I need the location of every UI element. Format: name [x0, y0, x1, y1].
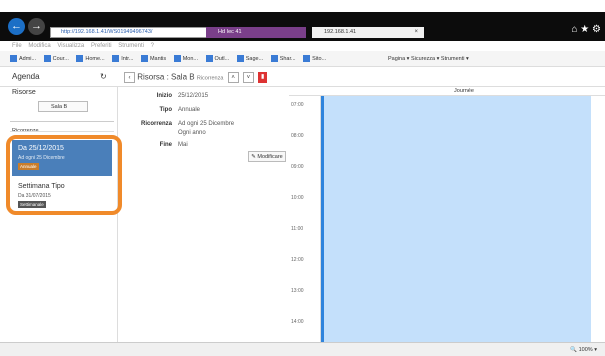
menu-strumenti[interactable]: Strumenti — [118, 43, 144, 49]
fav-item[interactable]: Mantis — [140, 51, 166, 66]
tab-2-label: 192.168.1.41 — [324, 29, 357, 35]
chevron-up-icon[interactable]: ˄ — [227, 72, 239, 83]
browser-tab-1[interactable]: Hd Iec 41 — [206, 27, 306, 38]
details-panel: Inizio 25/12/2015 Tipo Annuale Ricorrenz… — [120, 87, 288, 342]
value-ricorrenza-2: Ogni anno — [178, 130, 206, 136]
calendar-header: Journée — [289, 87, 605, 96]
modifica-button[interactable]: ✎ Modificare — [248, 151, 286, 162]
address-bar[interactable]: http://192.168.1.41/WS01949496743/ — [50, 27, 210, 38]
value-ricorrenza-1: Ad ogni 25 Dicembre — [178, 121, 235, 127]
status-bar: 🔍 100% ▾ — [0, 342, 605, 356]
divider — [10, 121, 114, 122]
risorse-label: Risorse — [12, 89, 36, 96]
fav-tools[interactable]: Pagina ▾ Sicurezza ▾ Strumenti ▾ — [388, 51, 469, 66]
highlight-box — [6, 135, 122, 215]
label-ricorrenza: Ricorrenza — [140, 121, 172, 127]
value-tipo: Annuale — [178, 107, 201, 113]
modifica-label: Modificare — [257, 154, 283, 160]
time-slot: 11:00 — [291, 226, 304, 232]
delete-icon[interactable]: ▮ — [258, 72, 268, 83]
menu-modifica[interactable]: Modifica — [28, 43, 50, 49]
sala-select[interactable]: Sala B — [38, 101, 88, 112]
browser-tab-2[interactable]: 192.168.1.41 × — [312, 27, 424, 38]
value-inizio: 25/12/2015 — [178, 93, 209, 99]
time-slot: 12:00 — [291, 257, 304, 263]
forward-icon[interactable]: → — [28, 18, 45, 35]
chevron-down-icon[interactable]: ˅ — [242, 72, 254, 83]
menu-bar: File Modifica Visualizza Preferiti Strum… — [0, 41, 605, 51]
day-area[interactable] — [321, 96, 591, 342]
menu-visualizza[interactable]: Visualizza — [57, 43, 84, 49]
resource-subtitle: Ricorrenza — [196, 75, 224, 82]
fav-item[interactable]: Shar... — [270, 51, 296, 66]
label-tipo: Tipo — [159, 107, 172, 113]
fav-item[interactable]: Cour... — [43, 51, 69, 66]
home-star-gear-icons[interactable]: ⌂ ★ ⚙ — [571, 24, 601, 35]
day-event-bar[interactable] — [321, 96, 324, 342]
refresh-icon[interactable]: ↻ — [100, 72, 107, 81]
agenda-title: Agenda — [12, 72, 40, 81]
time-slot: 07:00 — [291, 102, 304, 108]
zoom-icon[interactable]: 🔍 — [570, 347, 578, 353]
time-slot: 14:00 — [291, 319, 304, 325]
back-icon[interactable]: ← — [8, 18, 25, 35]
time-slot: 10:00 — [291, 195, 304, 201]
value-fine: Mai — [178, 142, 188, 148]
menu-preferiti[interactable]: Preferiti — [91, 43, 112, 49]
top-blank — [0, 0, 605, 12]
divider — [10, 131, 114, 132]
close-icon[interactable]: × — [414, 27, 418, 38]
fav-item[interactable]: Sage... — [236, 51, 263, 66]
zoom-level[interactable]: 100% — [579, 347, 593, 353]
fav-item[interactable]: Admi... — [10, 51, 36, 66]
time-slot: 09:00 — [291, 164, 304, 170]
fav-item[interactable]: Outl... — [205, 51, 229, 66]
menu-file[interactable]: File — [12, 43, 22, 49]
fav-item[interactable]: Mon... — [173, 51, 198, 66]
label-fine: Fine — [159, 142, 172, 148]
time-slot: 08:00 — [291, 133, 304, 139]
fav-item[interactable]: Intr... — [112, 51, 133, 66]
menu-help[interactable]: ? — [151, 43, 154, 49]
app-header: Agenda ↻ ‹ Risorsa : Sala B Ricorrenza ˄… — [0, 68, 605, 87]
calendar: Journée 07:00 08:00 09:00 10:00 11:00 12… — [289, 87, 605, 342]
time-column: 07:00 08:00 09:00 10:00 11:00 12:00 13:0… — [289, 96, 321, 342]
label-inizio: Inizio — [156, 93, 172, 99]
favorites-bar: Admi... Cour... Home... Intr... Mantis M… — [0, 51, 605, 67]
resource-title: ‹ Risorsa : Sala B Ricorrenza ˄ ˅ ▮ — [122, 72, 268, 83]
fav-item[interactable]: Home... — [76, 51, 105, 66]
fav-item[interactable]: Sito... — [303, 51, 326, 66]
tab-1-label: Hd Iec 41 — [218, 29, 242, 35]
time-slot: 13:00 — [291, 288, 304, 294]
resource-title-text: Risorsa : Sala B — [137, 72, 195, 82]
back-arrow-icon[interactable]: ‹ — [124, 72, 135, 83]
